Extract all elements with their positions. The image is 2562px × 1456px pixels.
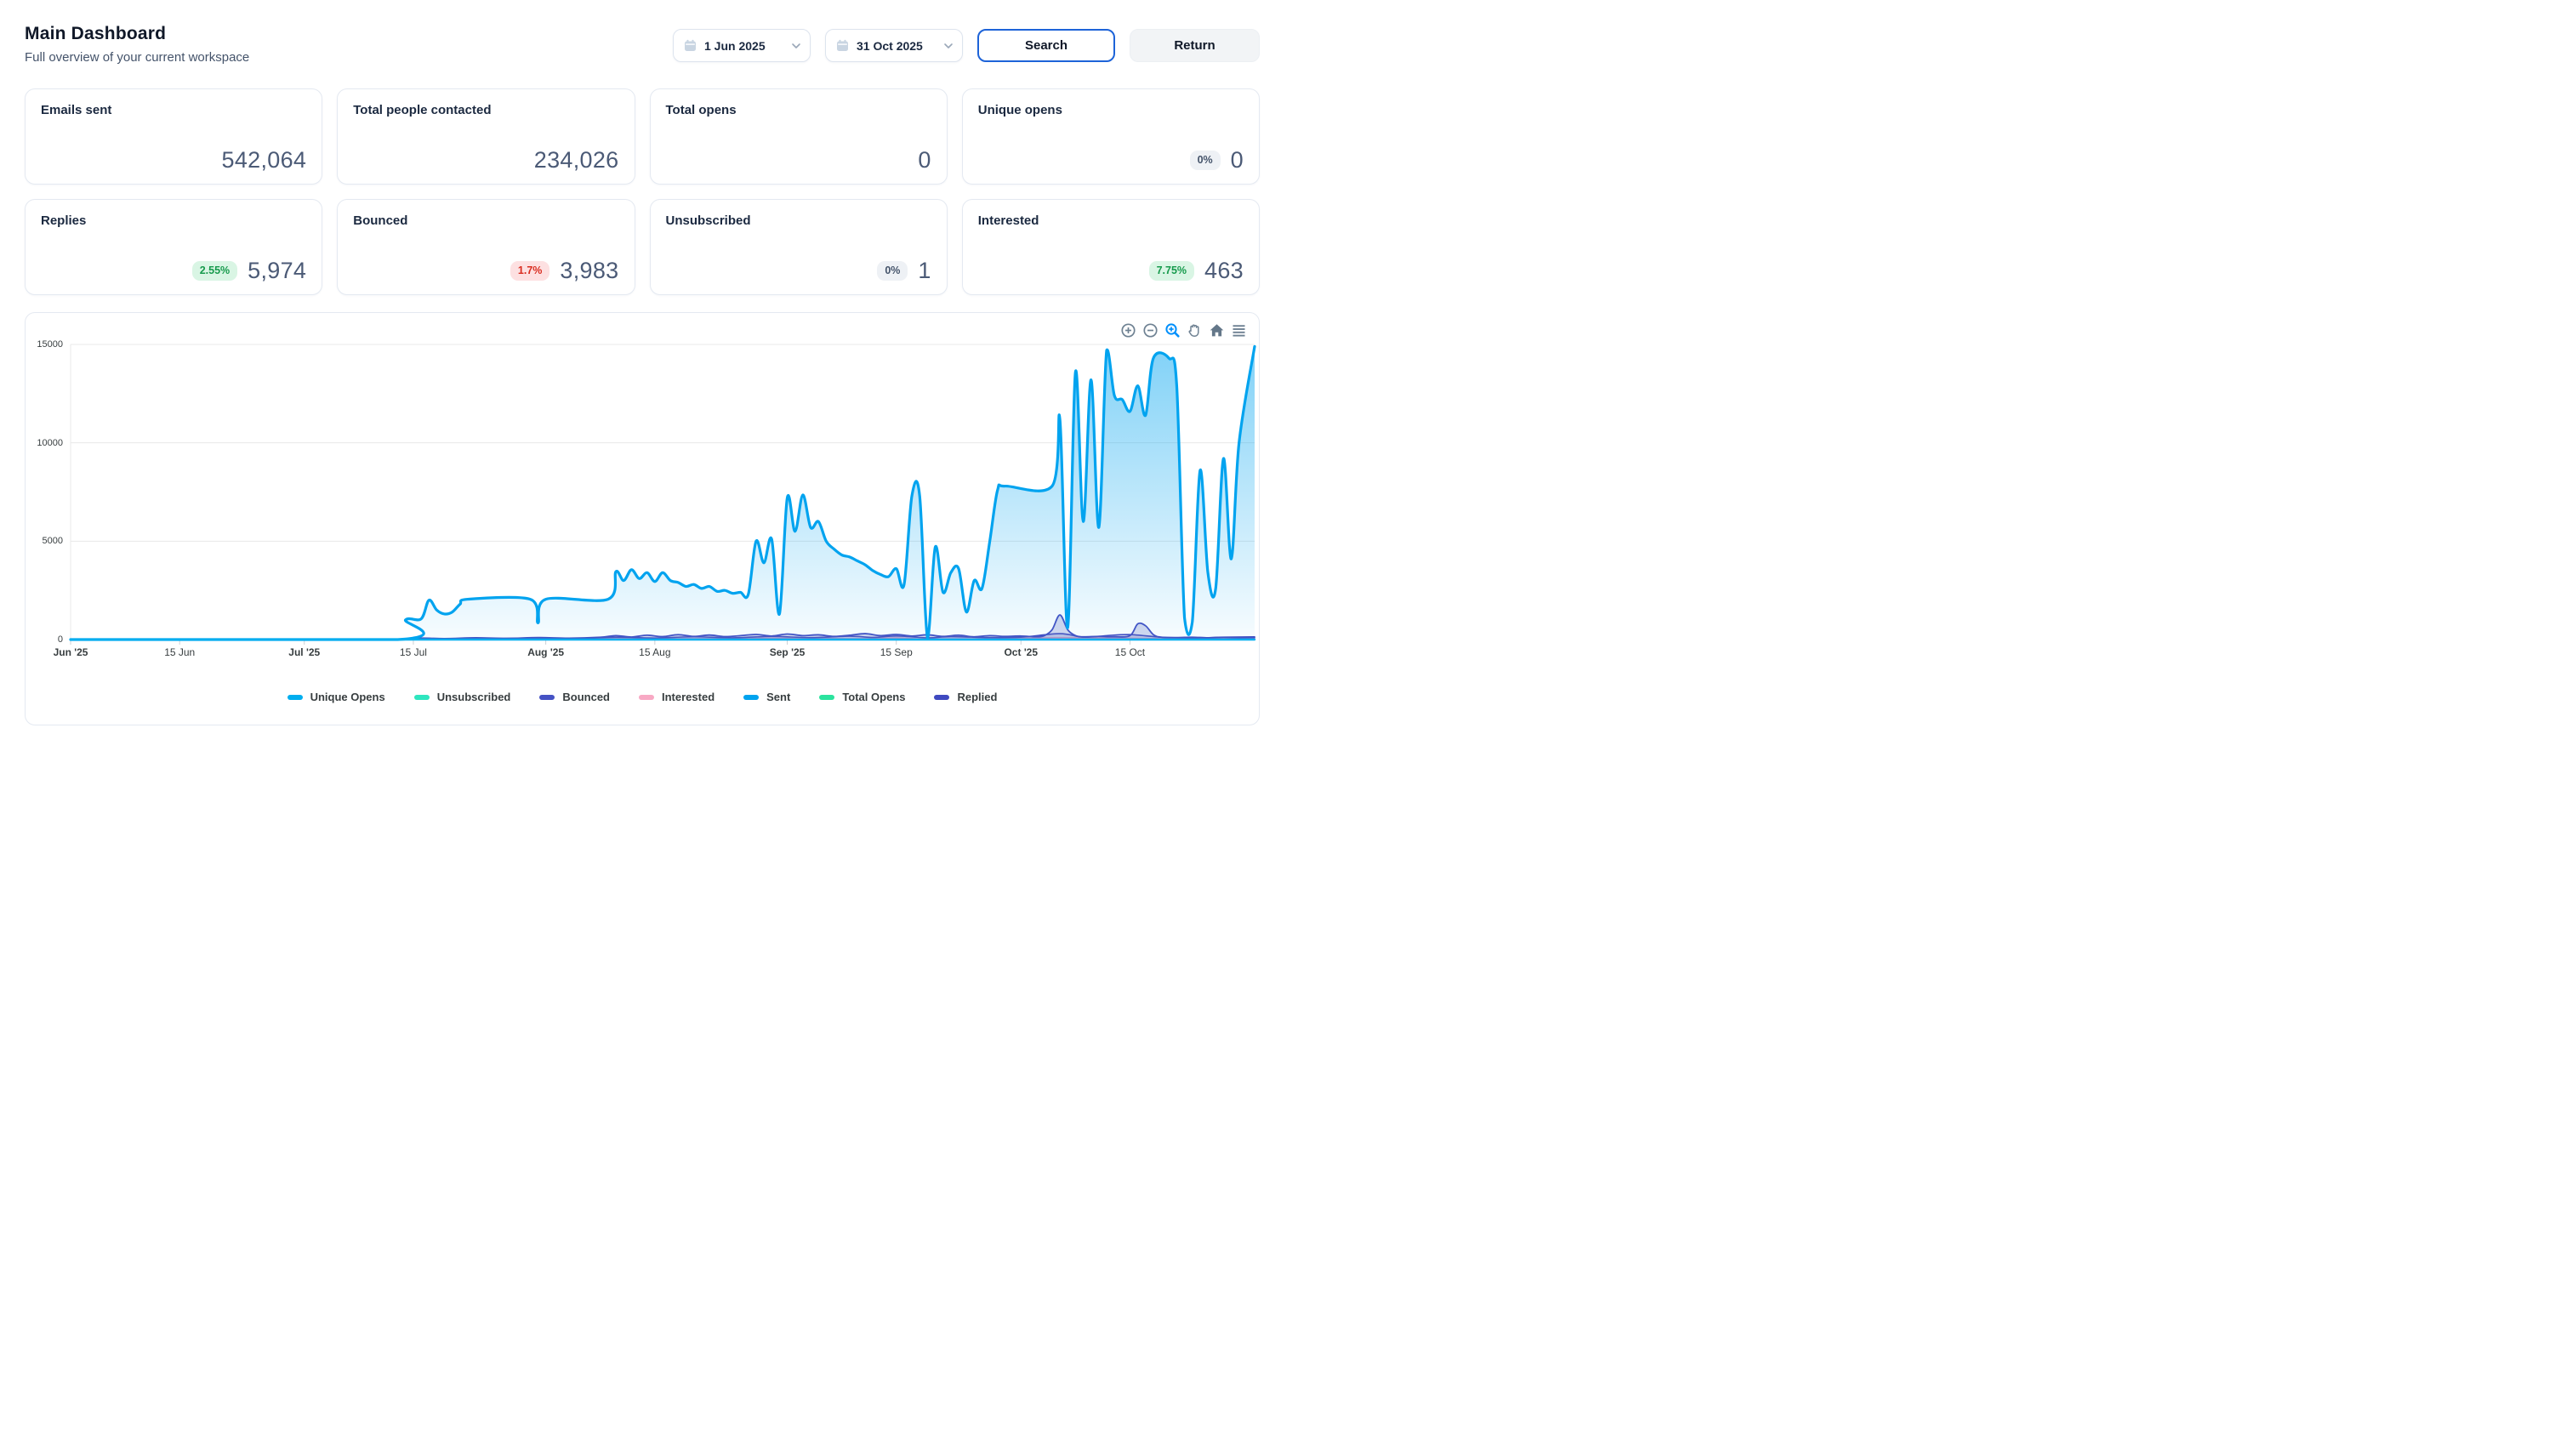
stats-grid: Emails sent 542,064 Total people contact… (25, 88, 1260, 295)
calendar-icon (836, 39, 849, 52)
legend-label: Total Opens (842, 691, 905, 703)
stat-value: 234,026 (534, 147, 619, 173)
x-tick-label: Jun '25 (54, 646, 88, 658)
stat-card-total-contacted: Total people contacted 234,026 (337, 88, 635, 185)
legend-label: Replied (957, 691, 997, 703)
area-chart[interactable] (71, 344, 1255, 640)
stat-card-unique-opens: Unique opens 0% 0 (962, 88, 1260, 185)
stat-value: 1 (918, 258, 931, 284)
search-button[interactable]: Search (977, 29, 1115, 62)
x-tick-label: Aug '25 (527, 646, 564, 658)
stat-label: Total people contacted (353, 103, 618, 117)
legend-marker (414, 695, 430, 700)
stat-value: 463 (1204, 258, 1244, 284)
x-tick-label: Sep '25 (770, 646, 806, 658)
legend-marker (743, 695, 759, 700)
x-axis-labels: Jun '2515 JunJul '2515 JulAug '2515 AugS… (71, 646, 1255, 662)
date-from-value: 1 Jun 2025 (704, 39, 783, 53)
status-badge: 7.75% (1149, 261, 1194, 281)
chart-legend: Unique Opens Unsubscribed Bounced Intereste… (26, 691, 1259, 703)
stat-label: Interested (978, 213, 1244, 228)
chart-card: 0 5000 10000 15000 Jun '25 15 Jun Jul '25 15 J… (25, 312, 1260, 725)
chevron-down-icon (791, 43, 801, 49)
stat-card-replies: Replies 2.55% 5,974 (25, 199, 322, 295)
legend-item-unique-opens[interactable]: Unique Opens (288, 691, 385, 703)
legend-item-replied[interactable]: Replied (934, 691, 997, 703)
stat-label: Unsubscribed (666, 213, 931, 228)
dashboard-page: Main Dashboard Full overview of your cur… (0, 0, 1281, 728)
chart-toolbar (1120, 322, 1247, 338)
zoom-in-icon[interactable] (1120, 322, 1136, 338)
page-subtitle: Full overview of your current workspace (25, 50, 249, 65)
stat-label: Replies (41, 213, 306, 228)
stat-card-interested: Interested 7.75% 463 (962, 199, 1260, 295)
legend-label: Unsubscribed (437, 691, 511, 703)
stat-label: Bounced (353, 213, 618, 228)
x-tick-label: Oct '25 (1004, 646, 1038, 658)
date-from-picker[interactable]: 1 Jun 2025 (673, 29, 811, 62)
home-icon[interactable] (1209, 322, 1225, 338)
legend-item-interested[interactable]: Interested (639, 691, 715, 703)
stat-value: 542,064 (222, 147, 307, 173)
legend-marker (288, 695, 303, 700)
pan-icon[interactable] (1187, 322, 1203, 338)
menu-icon[interactable] (1231, 322, 1247, 338)
stat-value: 3,983 (560, 258, 618, 284)
legend-marker (934, 695, 949, 700)
selection-zoom-icon[interactable] (1164, 322, 1181, 338)
legend-label: Unique Opens (310, 691, 385, 703)
status-badge: 0% (877, 261, 908, 281)
x-tick-label: 15 Oct (1115, 646, 1145, 658)
page-title: Main Dashboard (25, 24, 249, 44)
y-axis-labels: 050001000015000 (26, 344, 63, 640)
stat-card-emails-sent: Emails sent 542,064 (25, 88, 322, 185)
legend-label: Bounced (562, 691, 610, 703)
date-to-value: 31 Oct 2025 (857, 39, 936, 53)
x-tick-label: 15 Jul (400, 646, 427, 658)
legend-item-sent[interactable]: Sent (743, 691, 790, 703)
calendar-icon (684, 39, 697, 52)
stat-label: Emails sent (41, 103, 306, 117)
stat-card-bounced: Bounced 1.7% 3,983 (337, 199, 635, 295)
header-controls: 1 Jun 2025 31 Oct 2025 Search Return (673, 29, 1260, 62)
legend-item-total-opens[interactable]: Total Opens (819, 691, 905, 703)
legend-label: Interested (662, 691, 715, 703)
x-tick-label: 15 Sep (880, 646, 913, 658)
return-button[interactable]: Return (1130, 29, 1260, 62)
stat-label: Total opens (666, 103, 931, 117)
status-badge: 0% (1190, 151, 1221, 170)
date-to-picker[interactable]: 31 Oct 2025 (825, 29, 963, 62)
x-tick-label: 15 Aug (639, 646, 670, 658)
x-tick-label: 15 Jun (164, 646, 195, 658)
header: Main Dashboard Full overview of your cur… (25, 24, 1260, 65)
y-tick-label: 10000 (26, 438, 63, 448)
legend-marker (539, 695, 555, 700)
x-tick-label: Jul '25 (288, 646, 320, 658)
stat-card-total-opens: Total opens 0 (650, 88, 948, 185)
legend-item-unsubscribed[interactable]: Unsubscribed (414, 691, 511, 703)
y-tick-label: 15000 (26, 339, 63, 350)
status-badge: 1.7% (510, 261, 550, 281)
legend-label: Sent (766, 691, 790, 703)
zoom-out-icon[interactable] (1142, 322, 1159, 338)
chart-plot-area[interactable] (71, 344, 1255, 640)
stat-value: 0 (1231, 147, 1244, 173)
legend-marker (639, 695, 654, 700)
stat-value: 0 (918, 147, 931, 173)
y-tick-label: 5000 (26, 536, 63, 546)
y-tick-label: 0 (26, 634, 63, 645)
stat-label: Unique opens (978, 103, 1244, 117)
chevron-down-icon (943, 43, 954, 49)
stat-value: 5,974 (248, 258, 306, 284)
header-titles: Main Dashboard Full overview of your cur… (25, 24, 249, 65)
stat-card-unsubscribed: Unsubscribed 0% 1 (650, 199, 948, 295)
legend-marker (819, 695, 834, 700)
status-badge: 2.55% (192, 261, 237, 281)
legend-item-bounced[interactable]: Bounced (539, 691, 610, 703)
